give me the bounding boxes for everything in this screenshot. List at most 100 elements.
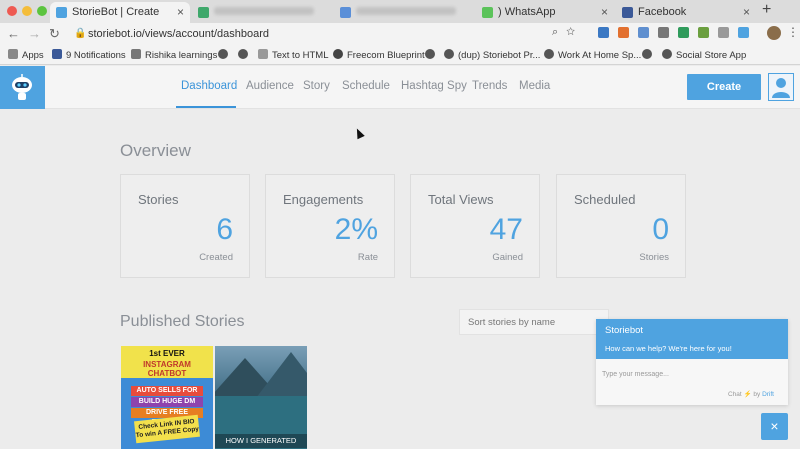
zoom-and-star-icons[interactable]: ⌕☆ — [552, 26, 583, 39]
story-band: BUILD HUGE DM LIST — [131, 397, 203, 415]
story-thumbnail[interactable]: HOW I GENERATED — [215, 346, 307, 449]
storiebot-favicon-icon — [56, 7, 67, 18]
chat-message-input[interactable]: Type your message... — [602, 371, 669, 378]
stat-card-subtitle: Gained — [492, 252, 523, 263]
bookmark-social-store-app[interactable]: Social Store App — [662, 49, 746, 61]
back-icon[interactable]: ← — [7, 26, 20, 41]
stat-card-title: Total Views — [428, 192, 494, 207]
bookmark-text-to-html[interactable]: Text to HTML — [258, 49, 329, 61]
stat-card-title: Scheduled — [574, 192, 636, 207]
story-headline: 1st EVER — [149, 349, 185, 358]
tab-whatsapp[interactable]: ) WhatsApp × — [476, 2, 614, 23]
close-tab-icon[interactable]: × — [743, 5, 750, 19]
bookmarks-bar: Apps 9 Notifications Rishika learnings T… — [0, 45, 800, 65]
story-thumbnail[interactable]: 1st EVER INSTAGRAM CHATBOT AUTO SELLS FO… — [121, 346, 213, 449]
active-tab-indicator — [176, 106, 236, 108]
tab-blurred-1[interactable] — [192, 2, 332, 23]
extension-iq-icon[interactable] — [598, 27, 609, 38]
stat-card-value: 47 — [489, 213, 523, 246]
address-bar[interactable]: 🔒 storiebot.io/views/account/dashboard — [70, 25, 590, 43]
extension-blue-icon[interactable] — [638, 27, 649, 38]
nav-hashtag-spy[interactable]: Hashtag Spy — [401, 80, 467, 92]
nav-trends[interactable]: Trends — [472, 80, 507, 92]
facebook-favicon-icon — [622, 7, 633, 18]
story-headline: INSTAGRAM CHATBOT — [143, 360, 191, 378]
create-button[interactable]: Create — [687, 74, 761, 100]
shield-extension-icon[interactable] — [678, 27, 689, 38]
forward-icon[interactable]: → — [28, 26, 41, 41]
minimize-window-button[interactable] — [22, 6, 32, 16]
bookmark-globe-3[interactable] — [425, 49, 439, 61]
globe-icon — [218, 49, 228, 59]
url-text: storiebot.io/views/account/dashboard — [88, 28, 269, 40]
globe-icon — [238, 49, 248, 59]
stat-card-title: Engagements — [283, 192, 364, 207]
storiebot-logo[interactable] — [0, 66, 45, 109]
tab-title-blurred — [214, 7, 314, 15]
sort-stories-select[interactable]: Sort stories by name — [459, 309, 609, 335]
extension-orange-icon[interactable] — [618, 27, 629, 38]
bookmark-notifications[interactable]: 9 Notifications — [52, 49, 126, 61]
user-avatar[interactable] — [768, 73, 794, 101]
globe-icon — [425, 49, 435, 59]
close-tab-icon[interactable]: × — [177, 5, 184, 19]
browser-menu-icon[interactable]: ⋮ — [787, 25, 799, 39]
docs-favicon-icon — [340, 7, 351, 18]
tab-facebook[interactable]: Facebook × — [616, 2, 756, 23]
globe-icon — [444, 49, 454, 59]
stat-card-subtitle: Stories — [639, 252, 669, 263]
published-stories-title: Published Stories — [120, 313, 245, 330]
tab-storiebot[interactable]: StorieBot | Create × — [50, 2, 190, 23]
reload-icon[interactable]: ↻ — [49, 26, 60, 42]
story-band: AUTO SELLS FOR YOU — [131, 386, 203, 404]
chat-header: Storiebot How can we help? We're here fo… — [596, 319, 788, 359]
nav-dashboard[interactable]: Dashboard — [181, 80, 237, 92]
chat-footer[interactable]: Chat ⚡ by Drift — [728, 390, 774, 398]
bookmark-globe-1[interactable] — [218, 49, 232, 61]
bookmark-globe-4[interactable] — [642, 49, 656, 61]
stat-card-stories: Stories 6 Created — [120, 174, 250, 278]
stat-card-engagements: Engagements 2% Rate — [265, 174, 395, 278]
stat-card-title: Stories — [138, 192, 179, 207]
bookmark-freecom-blueprint[interactable]: Freecom Blueprint — [333, 49, 425, 61]
globe-icon — [642, 49, 652, 59]
bookmark-apps[interactable]: Apps — [8, 49, 44, 61]
globe-icon — [544, 49, 554, 59]
new-tab-button[interactable]: + — [762, 1, 771, 19]
robot-logo-icon — [12, 74, 32, 100]
chat-subtitle: How can we help? We're here for you! — [605, 344, 732, 353]
chat-title: Storiebot — [605, 325, 644, 336]
nav-audience[interactable]: Audience — [246, 80, 294, 92]
nav-story[interactable]: Story — [303, 80, 330, 92]
extension-green-icon[interactable] — [698, 27, 709, 38]
maximize-window-button[interactable] — [37, 6, 47, 16]
close-tab-icon[interactable]: × — [601, 5, 608, 19]
bookmark-globe-2[interactable] — [238, 49, 252, 61]
stat-card-subtitle: Rate — [357, 252, 378, 263]
apps-grid-icon — [8, 49, 18, 59]
stat-card-scheduled: Scheduled 0 Stories — [556, 174, 686, 278]
app-header: Dashboard Audience Story Schedule Hashta… — [0, 66, 800, 109]
folder-icon — [131, 49, 141, 59]
bookmark-work-at-home[interactable]: Work At Home Sp... — [544, 49, 641, 61]
profile-avatar-icon[interactable] — [767, 26, 781, 40]
bookmark-storiebot-pr[interactable]: (dup) Storiebot Pr... — [444, 49, 540, 61]
extension-gray-icon[interactable] — [718, 27, 729, 38]
bookmark-rishika-learnings[interactable]: Rishika learnings — [131, 49, 217, 61]
camera-extension-icon[interactable] — [658, 27, 669, 38]
close-window-button[interactable] — [7, 6, 17, 16]
nav-media[interactable]: Media — [519, 80, 550, 92]
stat-card-value: 0 — [652, 213, 669, 246]
whatsapp-favicon-icon — [482, 7, 493, 18]
globe-icon — [662, 49, 672, 59]
tab-blurred-2[interactable] — [334, 2, 474, 23]
chat-close-button[interactable]: × — [761, 413, 788, 440]
nav-schedule[interactable]: Schedule — [342, 80, 390, 92]
drift-brand: Drift — [762, 391, 774, 398]
tab-title: Facebook — [638, 6, 687, 18]
page-icon — [258, 49, 268, 59]
browser-tab-strip: StorieBot | Create × ) WhatsApp × Facebo… — [0, 0, 800, 23]
extension-storiebot-icon[interactable] — [738, 27, 749, 38]
sheets-favicon-icon — [198, 7, 209, 18]
tab-title: StorieBot | Create — [72, 6, 160, 18]
